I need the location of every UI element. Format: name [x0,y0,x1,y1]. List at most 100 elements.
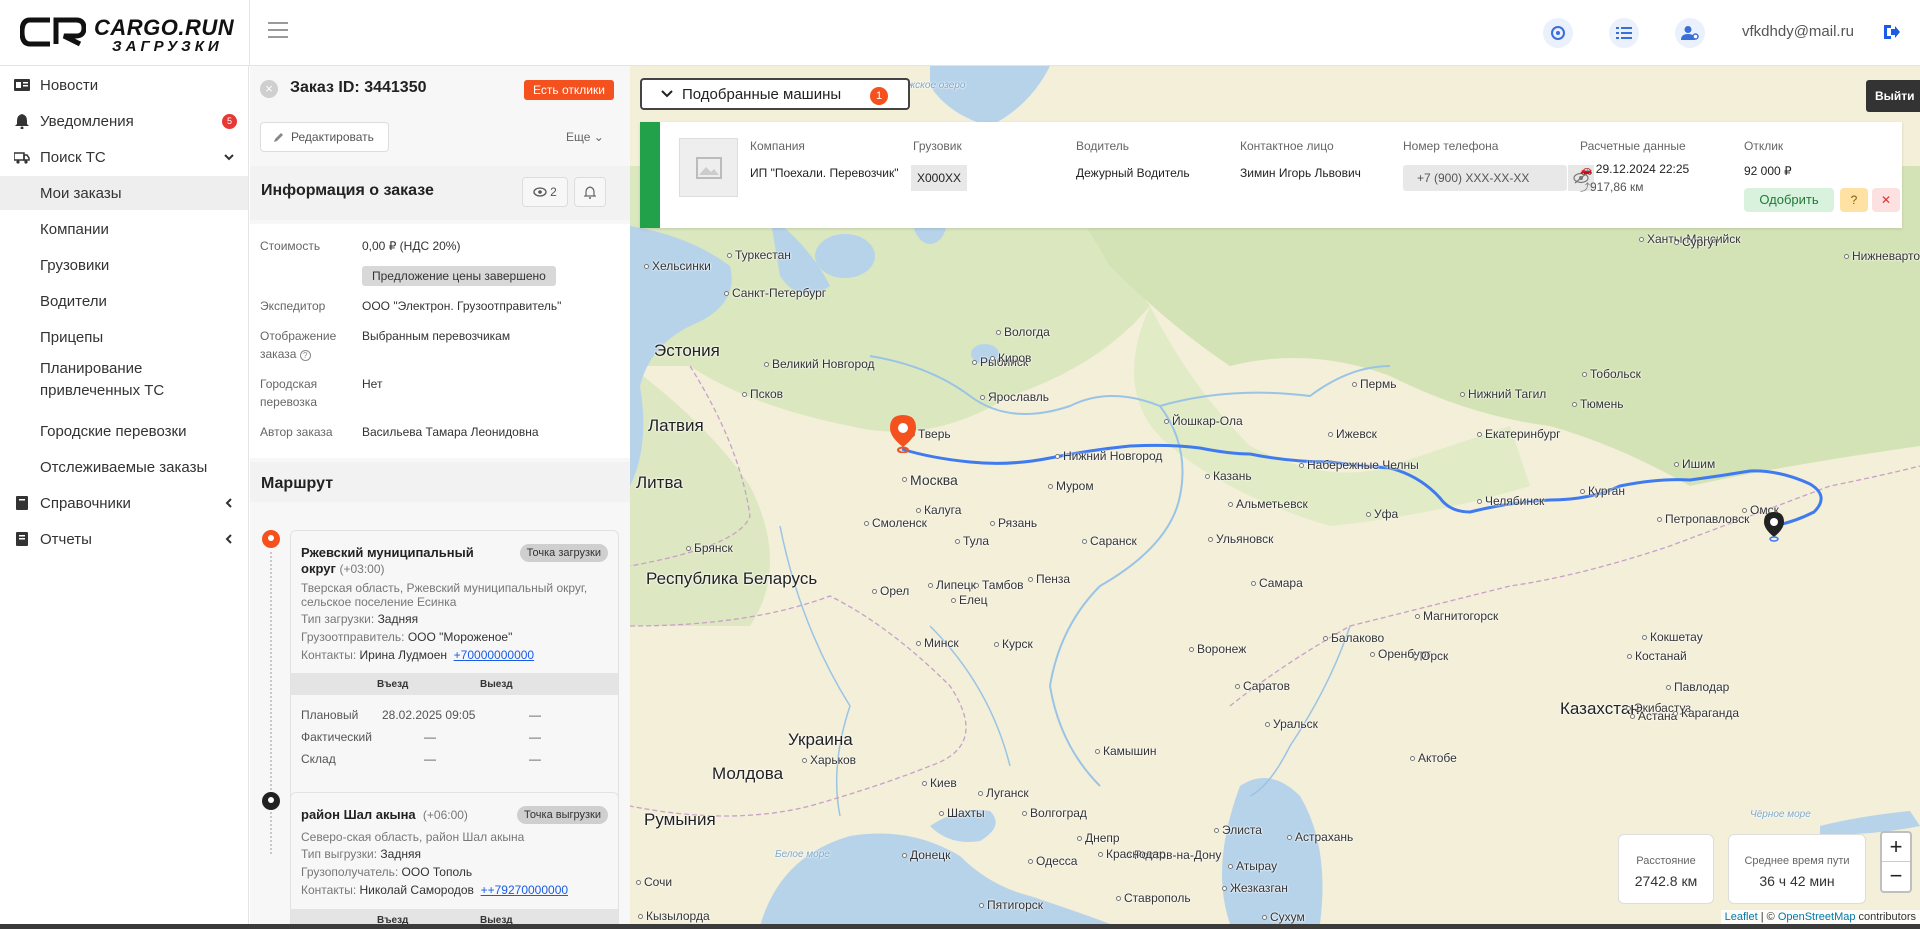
contact-phone-link[interactable]: +70000000000 [454,648,534,662]
zoom-out-button[interactable]: − [1882,862,1910,891]
map-label: Астрахань [1295,830,1354,844]
logout-tooltip: Выйти [1866,80,1920,112]
sidebar-item-label: Отчеты [40,530,92,548]
contact-name: Зимин Игорь Львович [1240,166,1361,180]
bell-outline-icon [584,185,596,199]
sidebar-item-trailers[interactable]: Прицепы [0,320,248,354]
consignee-label: Грузополучатель: [301,865,399,879]
support-icon[interactable] [1543,18,1573,48]
route-title: Маршрут [261,475,334,492]
sidebar-item-city-transport[interactable]: Городские перевозки [0,414,248,448]
city-dot [1287,835,1292,840]
notification-count-badge: 5 [222,113,237,129]
stop-address: Северо-ская область, район Шал акына [301,830,525,844]
sidebar-item-reports[interactable]: Отчеты [0,522,248,556]
calc-date-text: 29.12.2024 22:25 [1595,162,1690,176]
city-dot [1323,636,1328,641]
sidebar-item-vehicle-search[interactable]: Поиск ТС [0,140,248,174]
reject-button[interactable]: ✕ [1872,188,1900,212]
subscribe-button[interactable] [574,177,606,207]
zoom-in-button[interactable]: + [1882,833,1910,862]
city-dot [1410,756,1415,761]
phone-field: +7 (900) XXX-XX-XX [1403,165,1567,191]
col-phone: Номер телефона [1403,139,1499,153]
cost-label: Стоимость [260,239,321,253]
stop-name-line2: округ (+03:00) [301,561,385,577]
city-dot [1460,392,1465,397]
report-icon [16,532,28,546]
user-email[interactable]: vfkdhdy@mail.ru [1742,23,1854,40]
contact-phone-link[interactable]: ++79270000000 [481,883,568,897]
sidebar-item-label: Компании [40,220,109,238]
logo[interactable]: CARGO.RUN ЗАГРУЗКИ [20,14,234,55]
map-label: Ярославль [988,390,1050,404]
question-button[interactable]: ? [1840,188,1868,212]
order-header: × Заказ ID: 3441350 Есть отклики [250,66,630,110]
sidebar-item-my-orders[interactable]: Мои заказы [0,176,248,210]
logout-icon[interactable] [1882,23,1900,41]
user-settings-icon[interactable] [1675,18,1705,48]
calc-distance: ⤴917,86 км [1580,179,1644,194]
stop-address: Тверская область, Ржевский муниципальный… [301,581,588,595]
help-icon[interactable]: ? [299,350,311,361]
consignee-value: ООО Тополь [401,865,473,879]
route-map[interactable]: Хельсинки Санкт-Петербург Эстония Латвия Лит… [630,66,1920,924]
matched-vehicles-toggle[interactable]: Подобранные машины 1 [640,78,910,110]
leaflet-link[interactable]: Leaflet [1725,911,1758,923]
sidebar-item-companies[interactable]: Компании [0,212,248,246]
city-dot [864,521,869,526]
sidebar-item-tracked-orders[interactable]: Отслеживаемые заказы [0,450,248,484]
city-dot [1222,886,1227,891]
list-icon[interactable] [1609,18,1639,48]
city-dot [1228,864,1233,869]
city-dot [742,392,747,397]
col-driver: Водитель [1076,139,1130,153]
map-label: Липецк [936,578,976,592]
map-label: Челябинск [1485,494,1545,508]
osm-link[interactable]: OpenStreetMap [1778,911,1856,923]
city-dot [872,589,877,594]
start-marker-icon[interactable] [889,415,917,453]
sidebar-item-label: Городские перевозки [40,422,187,440]
map-label: Екатеринбург [1485,427,1561,441]
map-label: Днепр [1085,831,1120,845]
sidebar-item-planning[interactable]: Планирование привлеченных ТС [0,357,248,403]
sidebar-item-trucks[interactable]: Грузовики [0,248,248,282]
map-label: Пятигорск [987,898,1044,912]
map-label: Казань [1213,469,1252,483]
city-dot [1328,432,1333,437]
company-name[interactable]: ИП "Поехали. Перевозчик" [750,166,898,180]
map-label: Украина [788,730,853,749]
views-button[interactable]: 2 [522,177,568,207]
map-label: Луганск [986,786,1029,800]
company-photo-placeholder [679,138,738,197]
matched-count-badge: 1 [870,87,888,105]
sidebar-item-drivers[interactable]: Водители [0,284,248,318]
stop-timezone: (+03:00) [339,562,385,576]
sidebar-item-label: Водители [40,292,107,310]
city-dot [644,264,649,269]
stop-unload-type: Тип выгрузки: Задняя [301,847,611,861]
city-dot [1189,647,1194,652]
city-dot [727,253,732,258]
sidebar-item-label: Новости [40,76,99,94]
sidebar-item-directories[interactable]: Справочники [0,486,248,520]
responses-badge[interactable]: Есть отклики [524,80,614,100]
end-marker-icon[interactable] [1763,512,1785,542]
close-icon[interactable]: × [260,80,278,98]
approve-button[interactable]: Одобрить [1744,188,1834,212]
views-count: 2 [550,185,557,199]
row-exit: — [529,752,541,766]
city-dot [1642,635,1647,640]
city-dot [928,583,933,588]
sidebar-item-notifications[interactable]: Уведомления 5 [0,104,248,138]
menu-toggle-icon[interactable] [268,22,288,40]
city-transport-label-line2: перевозка [260,395,317,409]
map-label: Караганда [1681,706,1740,720]
map-label: Вологда [1004,325,1050,339]
more-dropdown[interactable]: Еще ⌄ [566,130,604,144]
stop-type-tag: Точка загрузки [519,544,608,562]
sidebar-item-news[interactable]: Новости [0,68,248,102]
edit-button[interactable]: Редактировать [260,122,389,152]
city-dot [1048,484,1053,489]
